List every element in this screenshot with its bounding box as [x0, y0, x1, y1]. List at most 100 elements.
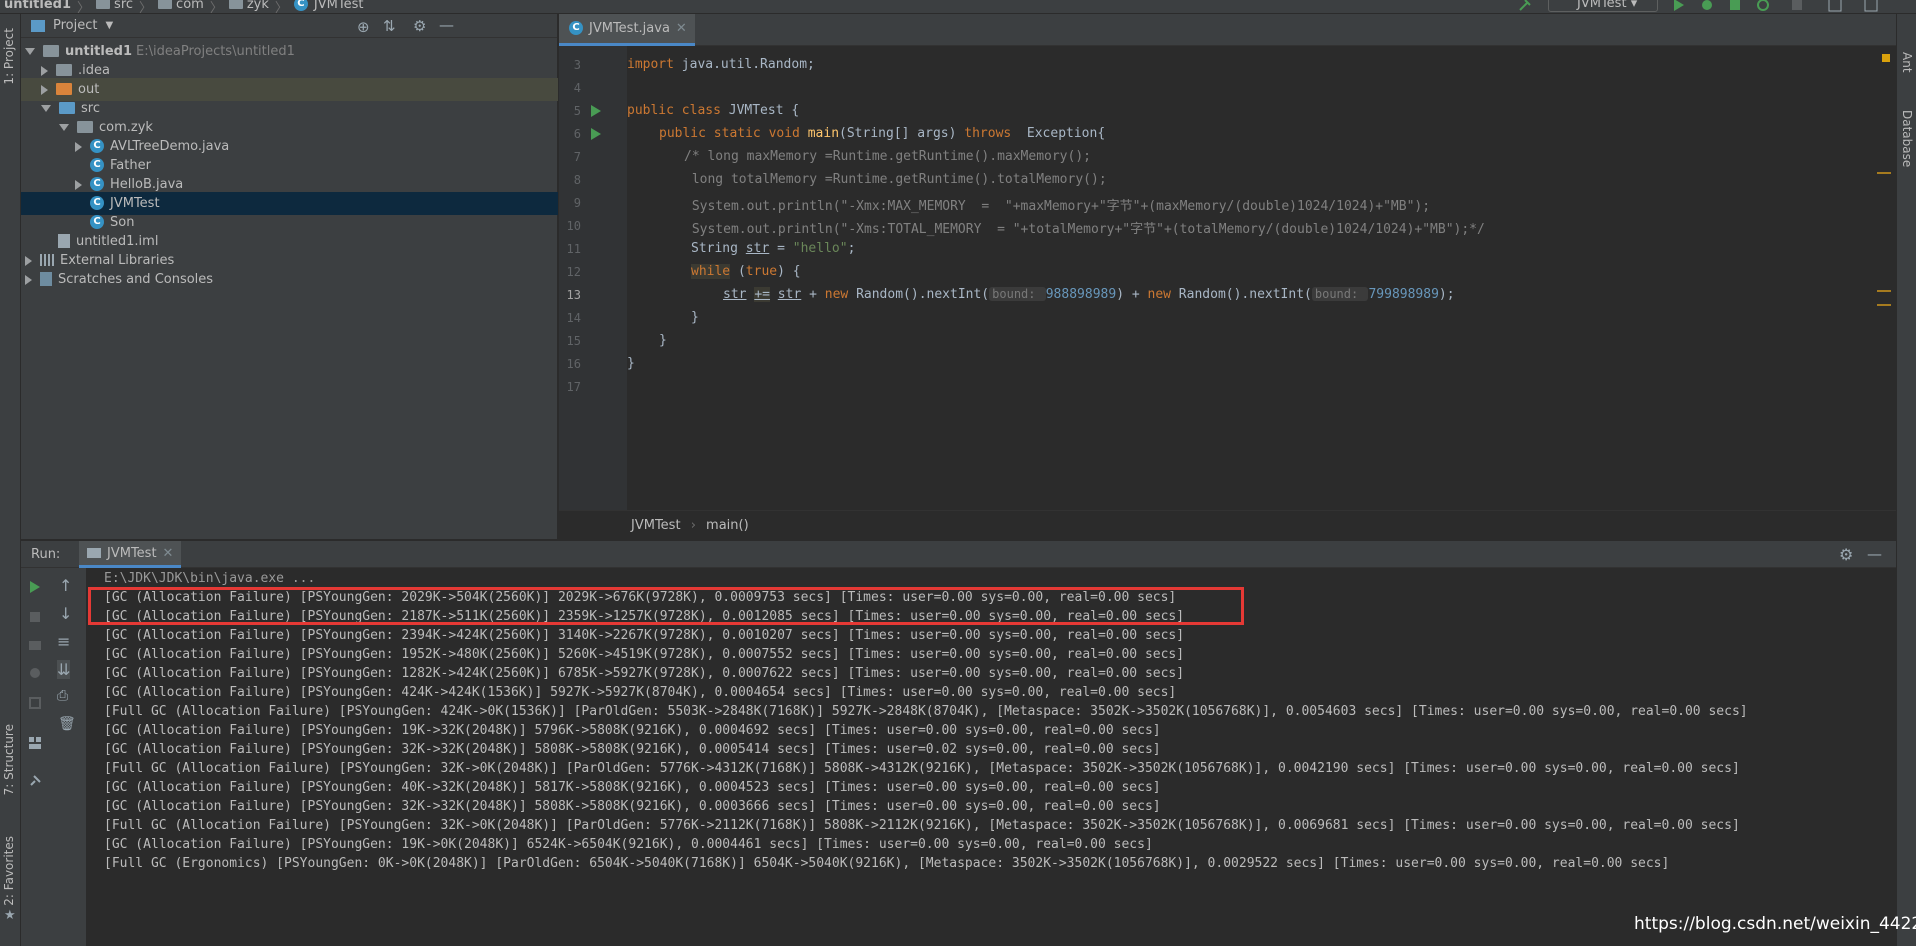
expand-arrow-icon[interactable] [59, 124, 69, 131]
token: Random().nextInt( [848, 287, 990, 302]
trash-icon[interactable]: 🗑 [58, 716, 76, 732]
stop-icon[interactable] [28, 610, 42, 624]
run-gutter-icon[interactable] [591, 128, 601, 140]
expand-arrow-icon[interactable] [75, 141, 82, 152]
line-number: 14 [566, 311, 581, 325]
scroll-to-end-icon[interactable]: ⇊ [57, 660, 71, 679]
breadcrumb-zyk[interactable]: zyk [228, 0, 269, 13]
tree-item-label: Scratches and Consoles [58, 272, 214, 287]
tree-item-label: JVMTest [110, 196, 160, 211]
run-tab-label: JVMTest [107, 545, 157, 561]
pin-icon[interactable] [28, 774, 42, 788]
breadcrumb-class[interactable]: C JVMTest [293, 0, 364, 13]
arrow-down-icon[interactable]: ↓ [59, 604, 72, 623]
coverage-icon[interactable] [1728, 0, 1742, 12]
project-panel: Project ▼ ⊕ ⇅ ⚙ — untitled1 E:\ideaProjec… [21, 14, 558, 539]
arrow-up-icon[interactable]: ↑ [59, 576, 72, 595]
line-number: 6 [573, 127, 581, 141]
line-number: 10 [566, 219, 581, 233]
database-tool-tab[interactable]: Database [1900, 110, 1914, 167]
hide-icon[interactable]: — [1867, 545, 1882, 563]
project-tool-tab[interactable]: 1: Project [2, 28, 16, 85]
run-configuration-select[interactable]: JVMTest ▾ [1548, 0, 1658, 12]
print-icon[interactable]: ⎙ [57, 688, 68, 704]
expand-arrow-icon[interactable] [25, 274, 32, 285]
code-line-9: System.out.println("-Xmx:MAX_MEMORY = "+… [684, 199, 1431, 214]
breadcrumb-separator: 〉 [209, 1, 223, 14]
layout-icon[interactable] [28, 736, 42, 750]
line-number: 8 [573, 173, 581, 187]
tab-run-jvmtest[interactable]: JVMTest ✕ [79, 541, 182, 568]
stop-icon[interactable] [1790, 0, 1804, 12]
breadcrumb-label: JVMTest [313, 0, 364, 12]
structure-tool-tab[interactable]: 7: Structure [2, 724, 16, 795]
console-line: [GC (Allocation Failure) [PSYoungGen: 19… [104, 837, 1153, 852]
token: new [1147, 287, 1171, 302]
right-tool-stripe: Ant Database [1896, 14, 1916, 946]
line-number: 12 [566, 265, 581, 279]
run-gutter-icon[interactable] [591, 105, 601, 117]
run-icon[interactable] [1672, 0, 1686, 12]
favorites-tool-tab[interactable]: 2: Favorites [2, 836, 16, 906]
console-line: [GC (Allocation Failure) [PSYoungGen: 23… [104, 628, 1185, 643]
class-icon: C [90, 176, 104, 191]
class-icon: C [90, 157, 104, 172]
line-number: 4 [573, 81, 581, 95]
ant-tool-tab[interactable]: Ant [1900, 52, 1914, 73]
tab-jvmtest-java[interactable]: C JVMTest.java ✕ [559, 14, 695, 46]
close-icon[interactable]: ✕ [676, 21, 687, 36]
token: ( [730, 264, 746, 279]
code-line-6: public static void main(String[] args) t… [659, 126, 1105, 141]
debug-icon[interactable] [1700, 0, 1714, 12]
breadcrumb-class-item[interactable]: JVMTest [631, 518, 681, 533]
line-number: 16 [566, 357, 581, 371]
error-stripe-mark[interactable] [1877, 290, 1891, 292]
rerun-icon[interactable] [28, 580, 42, 594]
token: true [745, 264, 778, 279]
error-stripe-mark[interactable] [1877, 172, 1891, 174]
code-editor[interactable]: import java.util.Random; public class JV… [627, 46, 1896, 510]
class-icon: C [90, 214, 104, 229]
inspection-warning-icon[interactable] [1882, 54, 1890, 62]
token: Exception{ [1011, 126, 1106, 141]
breadcrumb-method-item[interactable]: main() [706, 518, 749, 533]
profile-icon[interactable] [1756, 0, 1770, 12]
token: ; [847, 241, 856, 256]
gear-icon[interactable]: ⚙ [1839, 545, 1853, 564]
breadcrumb-com[interactable]: com [158, 0, 204, 13]
dump-threads-icon[interactable] [28, 638, 42, 652]
breadcrumb-src[interactable]: src [96, 0, 133, 13]
expand-arrow-icon[interactable] [41, 105, 51, 112]
soft-wrap-icon[interactable]: ≡ [57, 632, 70, 651]
token: 988898989 [1045, 287, 1117, 302]
project-view-icon [31, 19, 45, 32]
chevron-down-icon[interactable]: ▼ [105, 20, 113, 31]
terminal-icon[interactable] [1864, 0, 1878, 12]
breadcrumb-project[interactable]: untitled1 [4, 0, 71, 13]
expand-arrow-icon[interactable] [41, 65, 48, 76]
error-stripe-mark[interactable] [1877, 304, 1891, 306]
build-hammer-icon[interactable] [1518, 0, 1532, 12]
excluded-folder-icon [56, 82, 72, 95]
tree-item-label: untitled1.iml [76, 234, 159, 249]
iml-file-icon [58, 233, 70, 248]
gear-icon[interactable]: ⚙ [413, 17, 426, 35]
hide-icon[interactable]: — [439, 16, 454, 34]
code-line-16: } [627, 356, 635, 371]
tree-item-label: com.zyk [99, 120, 153, 135]
expand-arrow-icon[interactable] [41, 84, 48, 95]
expand-arrow-icon[interactable] [75, 179, 82, 190]
expand-arrow-icon[interactable] [25, 48, 35, 55]
collapse-all-icon[interactable]: ⇅ [383, 17, 396, 35]
exit-icon[interactable] [28, 696, 42, 710]
code-line-14: } [691, 310, 699, 325]
locate-icon[interactable]: ⊕ [357, 18, 370, 36]
settings-icon[interactable] [28, 666, 42, 680]
project-structure-icon[interactable] [1828, 0, 1842, 12]
tree-item-scratches[interactable]: Scratches and Consoles [21, 268, 558, 291]
expand-arrow-icon[interactable] [25, 255, 32, 266]
project-view-select[interactable]: Project [53, 18, 97, 33]
close-icon[interactable]: ✕ [163, 546, 174, 561]
package-icon [77, 120, 93, 133]
token: = [769, 241, 793, 256]
